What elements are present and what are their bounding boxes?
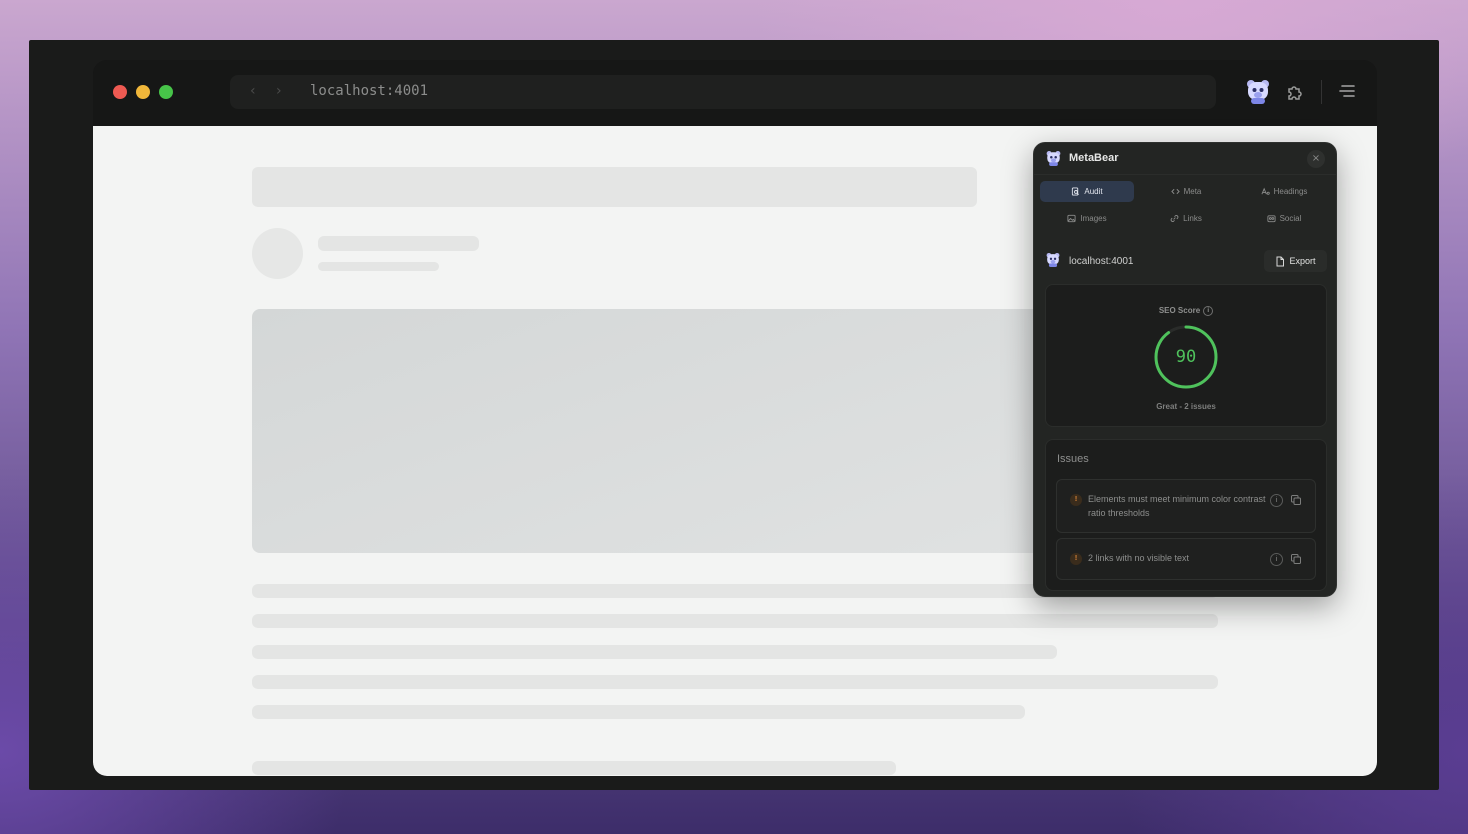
toolbar-divider bbox=[1321, 80, 1322, 104]
metabear-popup: MetaBear × Audit Meta Headings Images Li… bbox=[1033, 142, 1337, 597]
site-row: localhost:4001 Export bbox=[1034, 248, 1336, 274]
tab-label: Headings bbox=[1273, 187, 1308, 196]
close-window-button[interactable] bbox=[113, 85, 127, 99]
text-icon bbox=[1261, 187, 1270, 195]
issue-text: 2 links with no visible text bbox=[1088, 553, 1190, 563]
close-popup-button[interactable]: × bbox=[1307, 150, 1325, 168]
tab-label: Social bbox=[1279, 214, 1302, 223]
link-icon bbox=[1170, 215, 1179, 222]
skeleton-line bbox=[318, 262, 439, 271]
copy-icon[interactable] bbox=[1290, 553, 1302, 565]
skeleton-line bbox=[318, 236, 479, 251]
skeleton-text-line bbox=[252, 645, 1057, 659]
site-favicon-icon bbox=[1046, 253, 1060, 267]
warning-icon: ! bbox=[1070, 553, 1082, 565]
address-bar[interactable]: ‹ › localhost:4001 bbox=[230, 75, 1216, 109]
popup-header: MetaBear × bbox=[1034, 143, 1336, 175]
tab-label: Meta bbox=[1183, 187, 1202, 196]
minimize-window-button[interactable] bbox=[136, 85, 150, 99]
metabear-logo-icon bbox=[1046, 151, 1061, 166]
code-icon bbox=[1170, 188, 1180, 195]
tab-label: Images bbox=[1080, 214, 1107, 223]
menu-icon[interactable] bbox=[1338, 83, 1356, 99]
issues-card: Issues ! Elements must meet minimum colo… bbox=[1045, 439, 1327, 591]
copy-icon[interactable] bbox=[1290, 494, 1302, 506]
skeleton-text-line bbox=[252, 614, 1218, 628]
info-icon[interactable]: i bbox=[1270, 553, 1283, 566]
browser-titlebar: ‹ › localhost:4001 bbox=[93, 60, 1377, 126]
skeleton-title-bar bbox=[252, 167, 977, 207]
tab-audit[interactable]: Audit bbox=[1040, 181, 1134, 202]
warning-icon: ! bbox=[1070, 494, 1082, 506]
maximize-window-button[interactable] bbox=[159, 85, 173, 99]
popup-title: MetaBear bbox=[1069, 152, 1119, 164]
tab-meta[interactable]: Meta bbox=[1139, 181, 1233, 202]
puzzle-extensions-icon[interactable] bbox=[1285, 81, 1307, 103]
audit-icon bbox=[1072, 187, 1080, 196]
seo-score-value: 90 bbox=[1175, 347, 1197, 367]
seo-score-status: Great - 2 issues bbox=[1156, 402, 1216, 411]
info-icon[interactable]: i bbox=[1270, 494, 1283, 507]
seo-score-label: SEO Score i bbox=[1046, 306, 1326, 316]
export-button[interactable]: Export bbox=[1264, 250, 1327, 272]
tab-headings[interactable]: Headings bbox=[1237, 181, 1331, 202]
issue-item[interactable]: ! Elements must meet minimum color contr… bbox=[1056, 479, 1316, 533]
url-text[interactable]: localhost:4001 bbox=[310, 83, 428, 99]
export-label: Export bbox=[1289, 256, 1316, 266]
skeleton-avatar bbox=[252, 228, 303, 279]
skeleton-text-line bbox=[252, 705, 1025, 719]
image-icon bbox=[1067, 214, 1076, 223]
skeleton-text-line bbox=[252, 675, 1218, 689]
tab-images[interactable]: Images bbox=[1040, 208, 1134, 229]
tab-label: Links bbox=[1183, 214, 1202, 223]
back-icon[interactable]: ‹ bbox=[250, 83, 256, 99]
tab-links[interactable]: Links bbox=[1139, 208, 1233, 229]
metabear-extension-icon[interactable] bbox=[1246, 79, 1270, 105]
issues-title: Issues bbox=[1057, 453, 1089, 465]
site-host: localhost:4001 bbox=[1069, 256, 1134, 267]
seo-score-card: SEO Score i 90 Great - 2 issues bbox=[1045, 284, 1327, 427]
issue-text: Elements must meet minimum color contras… bbox=[1088, 494, 1266, 518]
share-icon bbox=[1267, 215, 1276, 223]
tab-label: Audit bbox=[1084, 187, 1103, 196]
export-file-icon bbox=[1276, 256, 1285, 266]
info-icon[interactable]: i bbox=[1203, 306, 1214, 316]
skeleton-text-line bbox=[252, 761, 896, 775]
issue-item[interactable]: ! 2 links with no visible text i bbox=[1056, 538, 1316, 580]
forward-icon[interactable]: › bbox=[276, 83, 282, 99]
seo-score-title: SEO Score bbox=[1158, 306, 1201, 316]
tab-social[interactable]: Social bbox=[1237, 208, 1331, 229]
